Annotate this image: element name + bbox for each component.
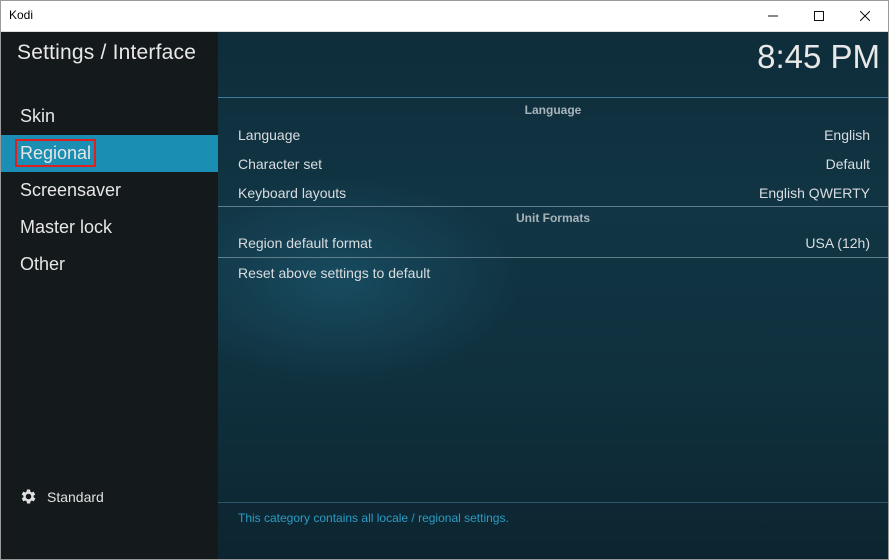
category-list: Skin Regional Screensaver Master lock Ot… [1, 98, 218, 283]
page-title: Settings / Interface [17, 41, 197, 64]
clock: 8:45 PM [757, 38, 880, 75]
setting-label: Region default format [238, 235, 372, 251]
section-title-unit-formats: Unit Formats [515, 211, 590, 225]
sidebar: Settings / Interface Skin Regional Scree… [1, 32, 218, 559]
setting-region-default-format[interactable]: Region default format USA (12h) [238, 230, 870, 256]
category-description: This category contains all locale / regi… [238, 511, 509, 525]
sidebar-item-label: Skin [20, 106, 56, 126]
settings-level-button[interactable]: Standard [19, 487, 104, 506]
setting-value: USA (12h) [805, 235, 870, 251]
settings-panel: 8:45 PM Language Language English Charac… [218, 32, 888, 559]
sidebar-item-screensaver[interactable]: Screensaver [1, 172, 218, 209]
setting-character-set[interactable]: Character set Default [238, 151, 870, 177]
setting-value: Default [825, 156, 870, 172]
divider [218, 502, 888, 503]
sidebar-item-label: Master lock [20, 217, 113, 237]
divider [218, 97, 888, 98]
divider [218, 206, 888, 207]
reset-settings-label: Reset above settings to default [238, 265, 431, 281]
section-title-language: Language [524, 103, 582, 117]
maximize-button[interactable] [796, 1, 842, 31]
sidebar-item-other[interactable]: Other [1, 246, 218, 283]
minimize-button[interactable] [750, 1, 796, 31]
window-title: Kodi [9, 8, 34, 22]
setting-language[interactable]: Language English [238, 122, 870, 148]
setting-keyboard-layouts[interactable]: Keyboard layouts English QWERTY [238, 180, 870, 206]
setting-label: Character set [238, 156, 323, 172]
maximize-icon [814, 11, 824, 21]
close-icon [860, 11, 870, 21]
setting-label: Language [238, 127, 301, 143]
divider [218, 257, 888, 258]
settings-level-label: Standard [47, 488, 104, 505]
sidebar-item-master-lock[interactable]: Master lock [1, 209, 218, 246]
sidebar-item-label: Other [20, 254, 66, 274]
sidebar-item-regional[interactable]: Regional [1, 135, 218, 172]
setting-label: Keyboard layouts [238, 185, 347, 201]
setting-value: English [824, 127, 870, 143]
minimize-icon [768, 15, 778, 17]
close-button[interactable] [842, 1, 888, 31]
sidebar-item-skin[interactable]: Skin [1, 98, 218, 135]
title-bar: Kodi [1, 1, 888, 32]
sidebar-item-label: Regional [15, 139, 97, 167]
sidebar-item-label: Screensaver [20, 180, 122, 200]
gear-icon [21, 489, 36, 504]
reset-settings-button[interactable]: Reset above settings to default [238, 260, 870, 286]
setting-value: English QWERTY [759, 185, 870, 201]
kodi-window: Kodi Settings / Interface Skin Regional … [0, 0, 889, 560]
